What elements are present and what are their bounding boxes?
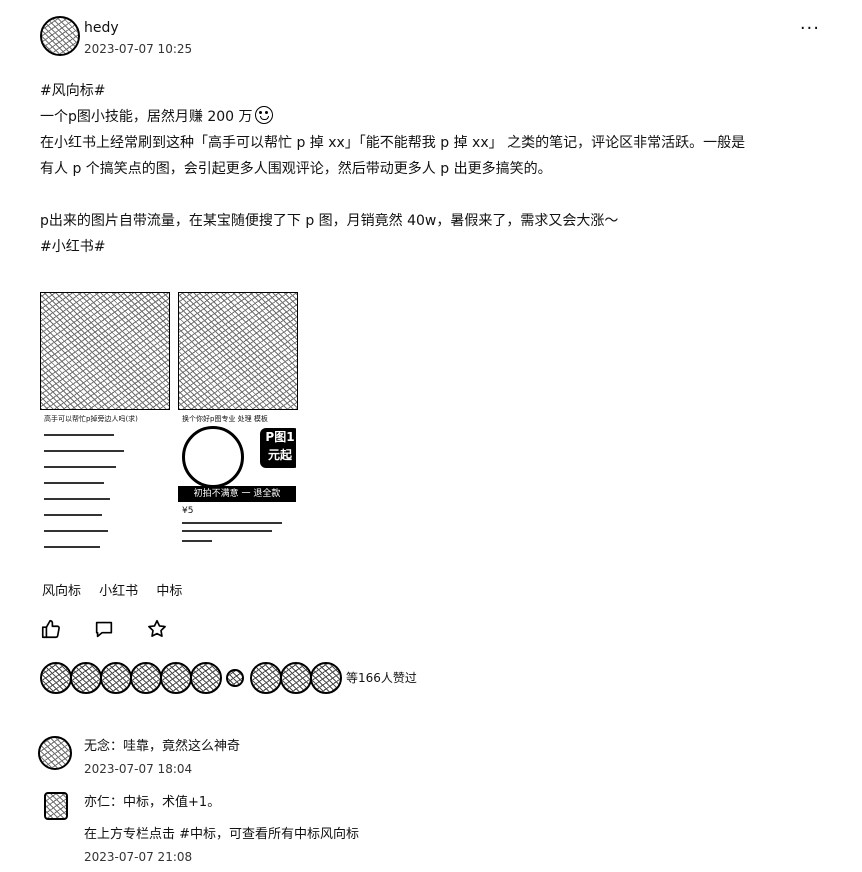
topic-xiaohongshu[interactable]: 小红书	[99, 580, 138, 599]
viewer-avatar[interactable]	[226, 669, 244, 687]
post-line-4: p出来的图片自带流量，在某宝随便搜了下 p 图，月销竟然 40w，暑假来了，需求…	[40, 213, 619, 229]
image-3-text-line	[44, 498, 110, 500]
image-3-text-line	[44, 434, 114, 436]
image-4-text-line	[182, 540, 212, 542]
image-4-banner: 初拍不满意 一 退全款	[178, 486, 296, 502]
comment-text-line: 无念：哇靠，竟然这么神奇	[84, 739, 241, 754]
comment-author[interactable]: 无念	[84, 739, 110, 754]
image-3-text-line	[44, 466, 116, 468]
image-3-caption: 高手可以帮忙p掉旁边人吗(求)	[44, 415, 138, 423]
more-options-button[interactable]: ···	[800, 18, 820, 39]
comment-gap	[84, 814, 359, 824]
viewer-avatar[interactable]	[250, 662, 282, 694]
post-image-1[interactable]	[40, 292, 170, 410]
comment-avatar[interactable]	[38, 736, 72, 770]
post-time: 2023-07-07 10:25	[84, 42, 193, 56]
doraemon-icon	[182, 426, 244, 488]
liked-by-row: 等166人赞过	[40, 660, 460, 694]
viewer-avatar[interactable]	[310, 662, 342, 694]
topic-tag-bottom[interactable]: #小红书#	[40, 234, 810, 260]
viewer-avatar[interactable]	[190, 662, 222, 694]
like-icon[interactable]	[40, 618, 62, 640]
image-3-text-line	[44, 530, 108, 532]
topic-zhongbiao[interactable]: 中标	[156, 580, 182, 599]
viewer-avatar[interactable]	[160, 662, 192, 694]
post-image-4[interactable]: 换个你好p图专业 处理 模板 P图1元起 初拍不满意 一 退全款 ¥5	[178, 412, 296, 552]
topic-list: 风向标 小红书 中标	[42, 580, 196, 599]
topic-tag-top[interactable]: #风向标#	[40, 78, 810, 104]
post-header: hedy 2023-07-07 10:25 ···	[40, 16, 820, 60]
viewer-avatar[interactable]	[130, 662, 162, 694]
comment-author[interactable]: 亦仁	[84, 795, 110, 810]
post-line-3: 有人 p 个搞笑点的图，会引起更多人围观评论，然后带动更多人 p 出更多搞笑的。	[40, 161, 552, 177]
comment-icon[interactable]	[93, 618, 115, 640]
comment-body: 无念：哇靠，竟然这么神奇 2023-07-07 18:04	[84, 736, 240, 780]
image-4-badge: P图1元起	[260, 428, 296, 468]
liked-count[interactable]: 等166人赞过	[346, 669, 417, 686]
image-3-text-line	[44, 546, 100, 548]
image-4-text-line	[182, 530, 272, 532]
image-4-text-line	[182, 522, 282, 524]
viewer-avatar[interactable]	[70, 662, 102, 694]
author-name[interactable]: hedy	[84, 20, 119, 36]
post-line-1: 一个p图小技能，居然月赚 200 万	[40, 104, 810, 130]
emoji-icon	[254, 106, 273, 124]
image-4-price: ¥5	[182, 506, 194, 516]
comment-text-2: 在上方专栏点击 #中标，可查看所有中标风向标	[84, 827, 360, 842]
post-content: #风向标# 一个p图小技能，居然月赚 200 万 在小红书上经常刷到这种「高手可…	[40, 78, 810, 260]
viewer-avatar[interactable]	[100, 662, 132, 694]
post-image-2[interactable]	[178, 292, 298, 410]
comment-text-line: 亦仁：中标，术值+1。	[84, 795, 221, 810]
viewer-avatar[interactable]	[280, 662, 312, 694]
action-bar	[40, 618, 194, 642]
image-3-text-line	[44, 514, 102, 516]
author-avatar[interactable]	[40, 16, 80, 56]
image-grid: 高手可以帮忙p掉旁边人吗(求) 换个你好p图专业 处理 模板 P图1元起 初拍不…	[40, 292, 300, 554]
post-image-3[interactable]: 高手可以帮忙p掉旁边人吗(求)	[40, 412, 168, 552]
star-icon[interactable]	[146, 618, 168, 640]
comment-avatar[interactable]	[44, 792, 68, 820]
comment-text: 哇靠，竟然这么神奇	[123, 739, 241, 754]
comment-time: 2023-07-07 18:04	[84, 762, 193, 776]
viewer-avatar[interactable]	[40, 662, 72, 694]
comment-text: 中标，术值+1。	[123, 795, 221, 810]
image-3-text-line	[44, 482, 104, 484]
post-line-1-text: 一个p图小技能，居然月赚 200 万	[40, 109, 253, 125]
topic-fengxiangbiao[interactable]: 风向标	[42, 580, 81, 599]
image-3-text-line	[44, 450, 124, 452]
comment-time: 2023-07-07 21:08	[84, 850, 193, 864]
comment-body: 亦仁：中标，术值+1。 在上方专栏点击 #中标，可查看所有中标风向标 2023-…	[84, 792, 359, 868]
image-4-caption: 换个你好p图专业 处理 模板	[182, 415, 268, 423]
post-line-2: 在小红书上经常刷到这种「高手可以帮忙 p 掉 xx」「能不能帮我 p 掉 xx」…	[40, 135, 746, 151]
